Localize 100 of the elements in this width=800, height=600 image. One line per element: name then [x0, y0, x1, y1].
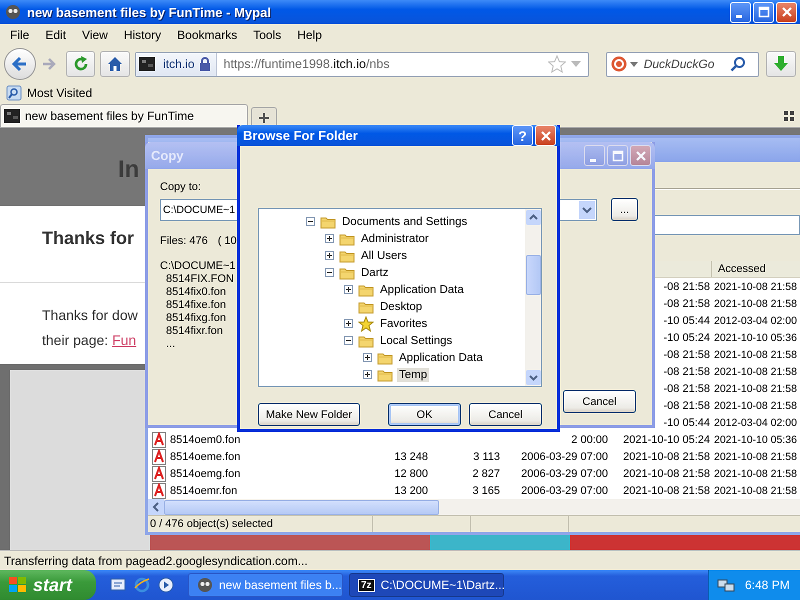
menu-item[interactable]: History	[116, 28, 170, 42]
search-box[interactable]: DuckDuckGo	[606, 52, 760, 76]
search-engine-icon[interactable]	[610, 56, 627, 72]
window-title: new basement files by FunTime - Mypal	[27, 4, 272, 20]
table-cell: 3 165	[472, 484, 500, 496]
page-link[interactable]: Fun	[112, 332, 136, 348]
horizontal-scrollbar[interactable]	[148, 499, 800, 515]
reload-icon	[72, 55, 90, 73]
scroll-down-icon[interactable]	[526, 370, 540, 385]
expand-toggle-icon[interactable]	[325, 251, 334, 260]
tree-item[interactable]: Dartz	[359, 266, 390, 280]
taskbar-button[interactable]: 7z C:\DOCUME~1\Dartz...	[349, 573, 504, 597]
home-button[interactable]	[100, 51, 130, 77]
tree-item[interactable]: Temp	[397, 368, 430, 382]
bookmark-star-icon[interactable]	[548, 55, 566, 73]
table-cell: -10 05:44	[664, 416, 710, 428]
grid-icon[interactable]	[784, 110, 794, 120]
collapse-toggle-icon[interactable]	[344, 336, 353, 345]
table-cell: 2021-10-08 21:58	[714, 280, 797, 292]
star-icon	[358, 316, 374, 332]
table-cell: 2021-10-08 21:58	[714, 400, 797, 412]
new-folder-button[interactable]: Make New Folder	[258, 403, 360, 426]
table-cell: 8514oem0.fon	[170, 434, 240, 446]
table-cell: 8514oeme.fon	[170, 450, 240, 462]
card-title: Thanks for	[42, 227, 134, 250]
clock-text: 6:48 PM	[745, 578, 790, 592]
search-field[interactable]: DuckDuckGo	[640, 57, 727, 71]
table-cell: 2021-10-08 21:58	[623, 450, 710, 462]
table-cell: 2012-03-04 02:00	[714, 416, 797, 428]
tree-item[interactable]: All Users	[359, 248, 410, 262]
paragraph-text: Thanks for dow their page: Fun	[42, 306, 138, 350]
expand-toggle-icon[interactable]	[363, 353, 372, 362]
tree-item[interactable]: Favorites	[378, 316, 430, 330]
status-text: Transferring data from pagead2.googlesyndication.com...	[4, 554, 308, 568]
expand-toggle-icon[interactable]	[363, 370, 372, 379]
collapse-toggle-icon[interactable]	[325, 268, 334, 277]
address-field[interactable]: itch.io https://funtime1998.itch.io/nbs	[135, 52, 589, 76]
column-header[interactable]: Accessed	[712, 261, 766, 277]
cancel-button[interactable]: Cancel	[469, 403, 542, 426]
tree-item[interactable]: Application Data	[378, 282, 466, 296]
table-cell: 13 200	[394, 484, 428, 496]
tree-item[interactable]: Local Settings	[378, 334, 454, 348]
table-cell: -10 05:24	[664, 332, 710, 344]
dropdown-caret-icon[interactable]	[630, 60, 638, 68]
table-cell: 8514oemg.fon	[170, 468, 240, 480]
vertical-scrollbar[interactable]	[525, 209, 541, 386]
new-tab-button[interactable]	[251, 107, 277, 127]
expand-toggle-icon[interactable]	[344, 285, 353, 294]
collapse-toggle-icon[interactable]	[306, 217, 315, 226]
cancel-button[interactable]: Cancel	[563, 390, 636, 413]
table-cell: -08 21:58	[664, 280, 710, 292]
expand-toggle-icon[interactable]	[325, 234, 334, 243]
table-cell: 2006-03-29 07:00	[521, 484, 608, 496]
download-button[interactable]	[766, 51, 796, 77]
tree-item[interactable]: Documents and Settings	[340, 214, 470, 228]
network-icon[interactable]	[717, 577, 735, 593]
table-cell: 2006-03-29 07:00	[521, 468, 608, 480]
scrollbar-thumb[interactable]	[164, 500, 439, 514]
table-cell: -08 21:58	[664, 348, 710, 360]
search-icon[interactable]	[730, 56, 746, 72]
table-cell: 2006-03-29 07:00	[521, 450, 608, 462]
taskbar-button[interactable]: new basement files b...	[188, 573, 343, 597]
table-cell: 2021-10-08 21:58	[714, 298, 797, 310]
page-heading: In	[118, 156, 140, 184]
help-button[interactable]: ?	[512, 125, 533, 146]
dialog-title: Browse For Folder	[243, 128, 358, 143]
site-identity-button[interactable]: itch.io	[136, 52, 216, 76]
expand-toggle-icon[interactable]	[344, 319, 353, 328]
back-button[interactable]	[4, 48, 36, 80]
menu-item[interactable]: Help	[289, 28, 330, 42]
start-button[interactable]: start	[0, 570, 96, 600]
bookmark-item[interactable]: Most Visited	[3, 85, 96, 101]
table-cell: 2021-10-08 21:58	[714, 382, 797, 394]
browse-button[interactable]: ...	[611, 198, 638, 221]
menu-item[interactable]: Tools	[245, 28, 290, 42]
menu-item[interactable]: Edit	[37, 28, 74, 42]
file-list-item: 8514FIX.FON	[166, 273, 234, 286]
scroll-left-icon[interactable]	[148, 499, 164, 515]
desktop-icon[interactable]	[110, 577, 126, 593]
table-cell: 2021-10-08 21:58	[714, 484, 797, 496]
menu-item[interactable]: Bookmarks	[169, 28, 246, 42]
tree-item[interactable]: Administrator	[359, 232, 431, 246]
most-visited-icon	[6, 85, 22, 101]
table-cell: 2 00:00	[571, 434, 608, 446]
scrollbar-thumb[interactable]	[526, 255, 540, 295]
tree-item[interactable]: Application Data	[397, 350, 485, 364]
reload-button[interactable]	[66, 51, 96, 77]
browser-icon[interactable]	[134, 577, 150, 593]
ok-button[interactable]: OK	[388, 403, 461, 426]
font-file-icon	[152, 432, 166, 448]
tab[interactable]: new basement files by FunTime	[0, 104, 248, 127]
menu-item[interactable]: File	[2, 28, 38, 42]
restore-button[interactable]	[753, 2, 774, 22]
scroll-up-icon[interactable]	[526, 210, 540, 225]
tree-item[interactable]: Desktop	[378, 300, 424, 314]
size-text: ( 10	[218, 235, 237, 247]
file-list-item: 8514fixr.fon	[166, 325, 223, 338]
table-cell: 3 113	[473, 450, 500, 462]
media-player-icon[interactable]	[158, 577, 174, 593]
menu-item[interactable]: View	[74, 28, 116, 42]
